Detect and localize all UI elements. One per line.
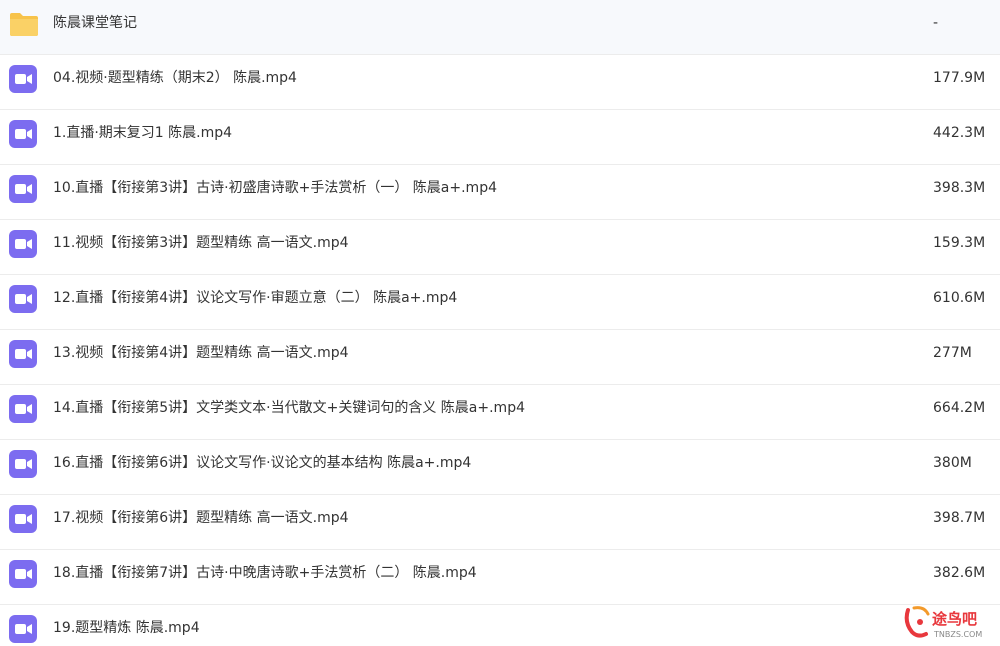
file-name: 14.直播【衔接第5讲】文学类文本·当代散文+关键词句的含义 陈晨a+.mp4 (53, 400, 525, 416)
file-size: 382.6M (933, 565, 986, 581)
file-name: 1.直播·期末复习1 陈晨.mp4 (53, 125, 233, 141)
video-file-icon (9, 505, 37, 533)
file-name: 17.视频【衔接第6讲】题型精练 高一语文.mp4 (53, 510, 349, 526)
file-name: 10.直播【衔接第3讲】古诗·初盛唐诗歌+手法赏析（一） 陈晨a+.mp4 (53, 180, 497, 196)
video-file-icon (9, 175, 37, 203)
list-item[interactable]: 04.视频·题型精练（期末2） 陈晨.mp4 177.9M (0, 55, 1000, 110)
list-item[interactable]: 陈晨课堂笔记 - (0, 0, 1000, 55)
video-file-icon (9, 120, 37, 148)
file-size: 610.6M (933, 290, 986, 306)
list-item[interactable]: 13.视频【衔接第4讲】题型精练 高一语文.mp4 277M (0, 330, 1000, 385)
video-file-icon (9, 615, 37, 643)
svg-text:途鸟吧: 途鸟吧 (932, 610, 977, 628)
list-item[interactable]: 1.直播·期末复习1 陈晨.mp4 442.3M (0, 110, 1000, 165)
file-size: 177.9M (933, 70, 986, 86)
list-item[interactable]: 12.直播【衔接第4讲】议论文写作·审题立意（二） 陈晨a+.mp4 610.6… (0, 275, 1000, 330)
video-file-icon (9, 285, 37, 313)
folder-icon (9, 10, 38, 38)
list-item[interactable]: 10.直播【衔接第3讲】古诗·初盛唐诗歌+手法赏析（一） 陈晨a+.mp4 39… (0, 165, 1000, 220)
video-file-icon (9, 65, 37, 93)
list-item[interactable]: 18.直播【衔接第7讲】古诗·中晚唐诗歌+手法赏析（二） 陈晨.mp4 382.… (0, 550, 1000, 605)
list-item[interactable]: 11.视频【衔接第3讲】题型精练 高一语文.mp4 159.3M (0, 220, 1000, 275)
list-item[interactable]: 17.视频【衔接第6讲】题型精练 高一语文.mp4 398.7M (0, 495, 1000, 550)
file-name: 11.视频【衔接第3讲】题型精练 高一语文.mp4 (53, 235, 349, 251)
video-file-icon (9, 395, 37, 423)
video-file-icon (9, 450, 37, 478)
list-item[interactable]: 16.直播【衔接第6讲】议论文写作·议论文的基本结构 陈晨a+.mp4 380M (0, 440, 1000, 495)
file-size: 380M (933, 455, 972, 471)
file-name: 陈晨课堂笔记 (53, 15, 137, 31)
file-name: 19.题型精炼 陈晨.mp4 (53, 620, 200, 636)
file-size: 398.7M (933, 510, 986, 526)
file-size: 159.3M (933, 235, 986, 251)
file-size: 398.3M (933, 180, 986, 196)
file-name: 18.直播【衔接第7讲】古诗·中晚唐诗歌+手法赏析（二） 陈晨.mp4 (53, 565, 477, 581)
file-name: 16.直播【衔接第6讲】议论文写作·议论文的基本结构 陈晨a+.mp4 (53, 455, 472, 471)
svg-text:TNBZS.COM: TNBZS.COM (933, 630, 982, 639)
video-file-icon (9, 340, 37, 368)
file-name: 12.直播【衔接第4讲】议论文写作·审题立意（二） 陈晨a+.mp4 (53, 290, 458, 306)
file-size: 277M (933, 345, 972, 361)
file-size: 442.3M (933, 125, 986, 141)
list-item[interactable]: 14.直播【衔接第5讲】文学类文本·当代散文+关键词句的含义 陈晨a+.mp4 … (0, 385, 1000, 440)
file-size: - (933, 15, 939, 31)
watermark-logo: 途鸟吧 TNBZS.COM (902, 602, 994, 642)
file-name: 13.视频【衔接第4讲】题型精练 高一语文.mp4 (53, 345, 349, 361)
list-item[interactable]: 19.题型精炼 陈晨.mp4 (0, 605, 1000, 646)
file-size: 664.2M (933, 400, 986, 416)
file-list: 陈晨课堂笔记 - 04.视频·题型精练（期末2） 陈晨.mp4 177.9M 1… (0, 0, 1000, 646)
video-file-icon (9, 230, 37, 258)
video-file-icon (9, 560, 37, 588)
file-name: 04.视频·题型精练（期末2） 陈晨.mp4 (53, 70, 297, 86)
